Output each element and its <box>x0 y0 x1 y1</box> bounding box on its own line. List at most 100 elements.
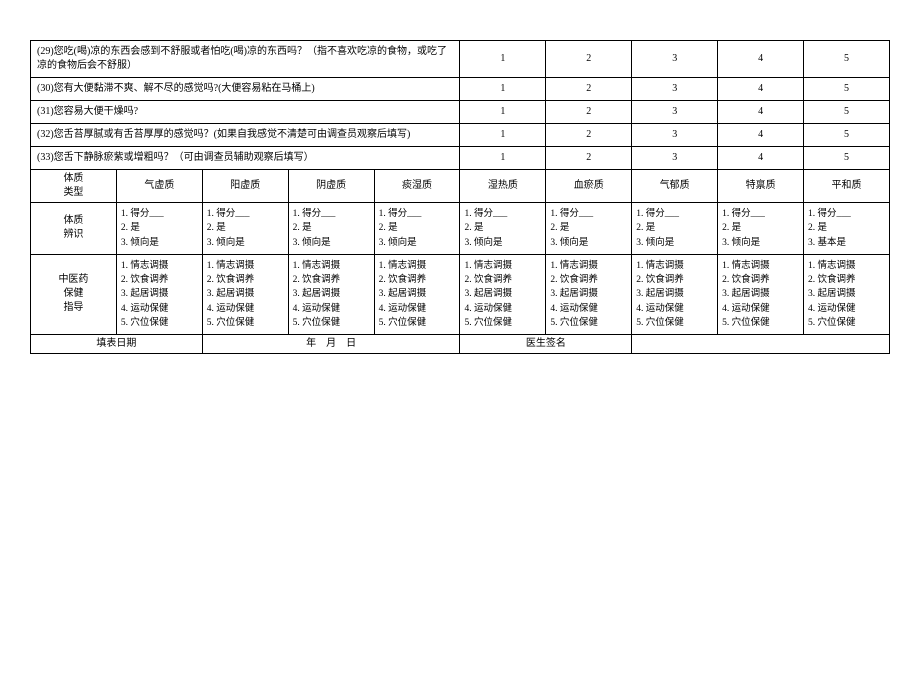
rating-option[interactable]: 2 <box>546 124 632 147</box>
identification-item: 2. 是 <box>722 221 799 235</box>
guidance-item: 2. 饮食调养 <box>207 273 284 287</box>
rating-option[interactable]: 4 <box>718 147 804 170</box>
rating-option[interactable]: 4 <box>718 124 804 147</box>
fill-date-label: 填表日期 <box>31 335 203 354</box>
identification-row: 体质辨识1. 得分___2. 是3. 倾向是1. 得分___2. 是3. 倾向是… <box>31 203 890 255</box>
constitution-type: 平和质 <box>804 170 890 203</box>
identification-item: 2. 是 <box>293 221 370 235</box>
guidance-item: 3. 起居调摄 <box>722 287 799 301</box>
guidance-cell: 1. 情志调摄2. 饮食调养3. 起居调摄4. 运动保健5. 穴位保健 <box>718 254 804 334</box>
rating-option[interactable]: 1 <box>460 124 546 147</box>
guidance-item: 5. 穴位保健 <box>636 316 713 330</box>
guidance-item: 5. 穴位保健 <box>293 316 370 330</box>
identification-item: 1. 得分___ <box>722 207 799 221</box>
doctor-signature-field[interactable] <box>632 335 890 354</box>
identification-item: 2. 是 <box>464 221 541 235</box>
guidance-item: 4. 运动保健 <box>464 302 541 316</box>
rating-option[interactable]: 3 <box>632 78 718 101</box>
guidance-item: 1. 情志调摄 <box>808 259 885 273</box>
guidance-item: 4. 运动保健 <box>121 302 198 316</box>
question-text: (29)您吃(喝)凉的东西会感到不舒服或者怕吃(喝)凉的东西吗？（指不喜欢吃凉的… <box>31 41 460 78</box>
identification-cell: 1. 得分___2. 是3. 倾向是 <box>288 203 374 255</box>
guidance-item: 4. 运动保健 <box>293 302 370 316</box>
identification-item: 1. 得分___ <box>121 207 198 221</box>
identification-item: 1. 得分___ <box>207 207 284 221</box>
identification-item: 2. 是 <box>550 221 627 235</box>
rating-option[interactable]: 5 <box>804 124 890 147</box>
rating-option[interactable]: 5 <box>804 147 890 170</box>
guidance-item: 1. 情志调摄 <box>550 259 627 273</box>
rating-option[interactable]: 3 <box>632 147 718 170</box>
identification-item: 1. 得分___ <box>293 207 370 221</box>
rating-option[interactable]: 4 <box>718 101 804 124</box>
identification-item: 3. 倾向是 <box>464 236 541 250</box>
guidance-item: 1. 情志调摄 <box>293 259 370 273</box>
constitution-type: 气郁质 <box>632 170 718 203</box>
identification-item: 3. 倾向是 <box>550 236 627 250</box>
guidance-item: 2. 饮食调养 <box>550 273 627 287</box>
guidance-item: 2. 饮食调养 <box>722 273 799 287</box>
guidance-item: 1. 情志调摄 <box>722 259 799 273</box>
constitution-type: 痰湿质 <box>374 170 460 203</box>
identification-item: 2. 是 <box>808 221 885 235</box>
identification-item: 2. 是 <box>636 221 713 235</box>
guidance-item: 5. 穴位保健 <box>550 316 627 330</box>
guidance-item: 3. 起居调摄 <box>464 287 541 301</box>
guidance-item: 2. 饮食调养 <box>121 273 198 287</box>
guidance-item: 5. 穴位保健 <box>379 316 456 330</box>
guidance-header: 中医药保健指导 <box>31 254 117 334</box>
type-header-row: 体质类型气虚质阳虚质阴虚质痰湿质湿热质血瘀质气郁质特禀质平和质 <box>31 170 890 203</box>
question-row: (29)您吃(喝)凉的东西会感到不舒服或者怕吃(喝)凉的东西吗？（指不喜欢吃凉的… <box>31 41 890 78</box>
rating-option[interactable]: 1 <box>460 101 546 124</box>
constitution-type: 气虚质 <box>116 170 202 203</box>
guidance-cell: 1. 情志调摄2. 饮食调养3. 起居调摄4. 运动保健5. 穴位保健 <box>288 254 374 334</box>
question-text: (30)您有大便黏滞不爽、解不尽的感觉吗?(大便容易粘在马桶上) <box>31 78 460 101</box>
identification-item: 1. 得分___ <box>550 207 627 221</box>
rating-option[interactable]: 3 <box>632 124 718 147</box>
rating-option[interactable]: 4 <box>718 78 804 101</box>
guidance-item: 2. 饮食调养 <box>808 273 885 287</box>
identification-item: 3. 倾向是 <box>379 236 456 250</box>
guidance-item: 4. 运动保健 <box>550 302 627 316</box>
rating-option[interactable]: 5 <box>804 78 890 101</box>
type-header-label: 体质类型 <box>31 170 117 203</box>
identification-cell: 1. 得分___2. 是3. 基本是 <box>804 203 890 255</box>
constitution-type: 湿热质 <box>460 170 546 203</box>
rating-option[interactable]: 5 <box>804 41 890 78</box>
guidance-item: 3. 起居调摄 <box>379 287 456 301</box>
guidance-item: 2. 饮食调养 <box>379 273 456 287</box>
rating-option[interactable]: 3 <box>632 101 718 124</box>
guidance-item: 3. 起居调摄 <box>550 287 627 301</box>
guidance-item: 4. 运动保健 <box>722 302 799 316</box>
rating-option[interactable]: 5 <box>804 101 890 124</box>
identification-item: 2. 是 <box>379 221 456 235</box>
guidance-cell: 1. 情志调摄2. 饮食调养3. 起居调摄4. 运动保健5. 穴位保健 <box>460 254 546 334</box>
guidance-item: 3. 起居调摄 <box>207 287 284 301</box>
rating-option[interactable]: 2 <box>546 78 632 101</box>
guidance-item: 3. 起居调摄 <box>808 287 885 301</box>
rating-option[interactable]: 3 <box>632 41 718 78</box>
guidance-item: 5. 穴位保健 <box>121 316 198 330</box>
rating-option[interactable]: 1 <box>460 78 546 101</box>
rating-option[interactable]: 1 <box>460 147 546 170</box>
identification-item: 1. 得分___ <box>808 207 885 221</box>
identification-item: 3. 倾向是 <box>293 236 370 250</box>
question-row: (30)您有大便黏滞不爽、解不尽的感觉吗?(大便容易粘在马桶上)12345 <box>31 78 890 101</box>
rating-option[interactable]: 4 <box>718 41 804 78</box>
identification-cell: 1. 得分___2. 是3. 倾向是 <box>718 203 804 255</box>
guidance-item: 5. 穴位保健 <box>722 316 799 330</box>
rating-option[interactable]: 2 <box>546 41 632 78</box>
constitution-type: 血瘀质 <box>546 170 632 203</box>
identification-cell: 1. 得分___2. 是3. 倾向是 <box>116 203 202 255</box>
question-text: (31)您容易大便干燥吗? <box>31 101 460 124</box>
question-text: (32)您舌苔厚腻或有舌苔厚厚的感觉吗？(如果自我感觉不清楚可由调查员观察后填写… <box>31 124 460 147</box>
guidance-item: 1. 情志调摄 <box>121 259 198 273</box>
guidance-item: 3. 起居调摄 <box>636 287 713 301</box>
fill-date-value[interactable]: 年 月 日 <box>202 335 460 354</box>
doctor-signature-label: 医生签名 <box>460 335 632 354</box>
rating-option[interactable]: 1 <box>460 41 546 78</box>
rating-option[interactable]: 2 <box>546 101 632 124</box>
guidance-item: 5. 穴位保健 <box>464 316 541 330</box>
constitution-type: 特禀质 <box>718 170 804 203</box>
rating-option[interactable]: 2 <box>546 147 632 170</box>
